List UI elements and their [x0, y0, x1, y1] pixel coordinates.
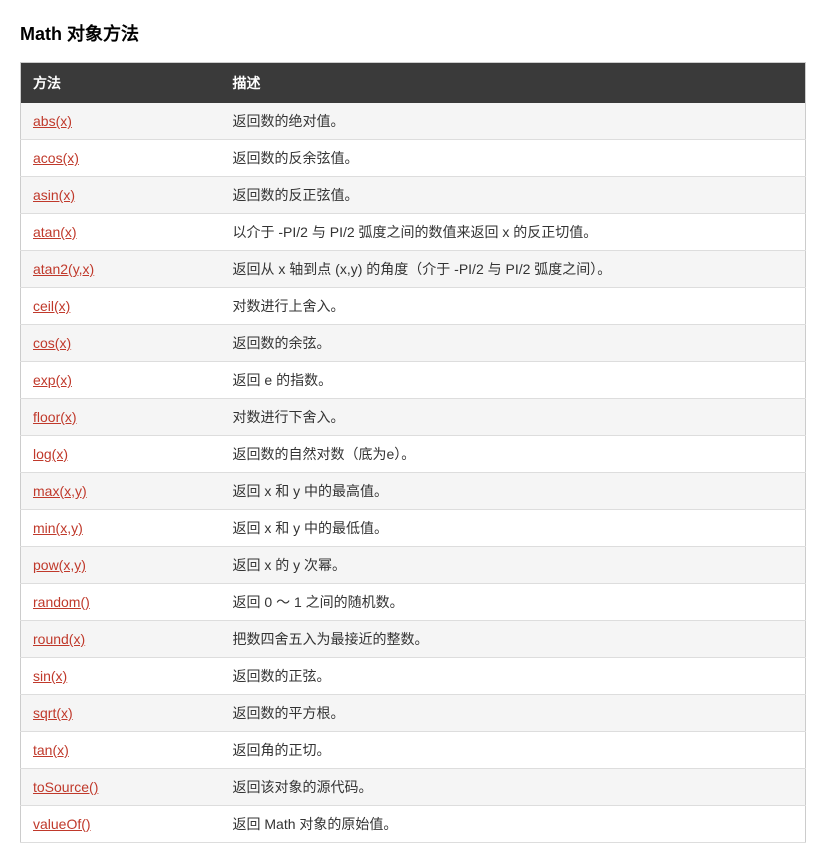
description-cell: 以介于 -PI/2 与 PI/2 弧度之间的数值来返回 x 的反正切值。	[221, 214, 806, 251]
table-row: min(x,y) 返回 x 和 y 中的最低值。	[21, 510, 806, 547]
description-cell: 返回角的正切。	[221, 732, 806, 769]
column-header-method: 方法	[21, 63, 221, 104]
description-cell: 返回数的自然对数（底为e）。	[221, 436, 806, 473]
table-row: cos(x) 返回数的余弦。	[21, 325, 806, 362]
method-cell: pow(x,y)	[21, 547, 221, 584]
description-cell: 返回 0 ～ 1 之间的随机数。	[221, 584, 806, 621]
method-cell: toSource()	[21, 769, 221, 806]
description-cell: 对数进行上舍入。	[221, 288, 806, 325]
table-row: atan2(y,x) 返回从 x 轴到点 (x,y) 的角度（介于 -PI/2 与…	[21, 251, 806, 288]
method-link[interactable]: random()	[33, 594, 90, 610]
method-cell: valueOf()	[21, 806, 221, 843]
method-link[interactable]: log(x)	[33, 446, 68, 462]
method-cell: atan(x)	[21, 214, 221, 251]
table-row: atan(x) 以介于 -PI/2 与 PI/2 弧度之间的数值来返回 x 的反正…	[21, 214, 806, 251]
table-row: asin(x) 返回数的反正弦值。	[21, 177, 806, 214]
method-link[interactable]: sqrt(x)	[33, 705, 73, 721]
method-cell: ceil(x)	[21, 288, 221, 325]
table-row: acos(x) 返回数的反余弦值。	[21, 140, 806, 177]
method-cell: exp(x)	[21, 362, 221, 399]
method-cell: round(x)	[21, 621, 221, 658]
table-header-row: 方法 描述	[21, 63, 806, 104]
method-cell: sqrt(x)	[21, 695, 221, 732]
method-cell: abs(x)	[21, 103, 221, 140]
description-cell: 返回 e 的指数。	[221, 362, 806, 399]
method-cell: atan2(y,x)	[21, 251, 221, 288]
method-cell: random()	[21, 584, 221, 621]
methods-table: 方法 描述 abs(x)返回数的绝对值。acos(x)返回数的反余弦值。asin…	[20, 62, 806, 843]
description-cell: 返回 x 和 y 中的最低值。	[221, 510, 806, 547]
method-link[interactable]: min(x,y)	[33, 520, 83, 536]
description-cell: 返回数的正弦。	[221, 658, 806, 695]
method-link[interactable]: atan2(y,x)	[33, 261, 94, 277]
method-link[interactable]: atan(x)	[33, 224, 77, 240]
table-row: floor(x) 对数进行下舍入。	[21, 399, 806, 436]
table-row: random() 返回 0 ～ 1 之间的随机数。	[21, 584, 806, 621]
page-title: Math 对象方法	[20, 20, 806, 46]
table-row: sqrt(x) 返回数的平方根。	[21, 695, 806, 732]
table-row: ceil(x) 对数进行上舍入。	[21, 288, 806, 325]
method-link[interactable]: toSource()	[33, 779, 98, 795]
method-link[interactable]: round(x)	[33, 631, 85, 647]
table-row: exp(x) 返回 e 的指数。	[21, 362, 806, 399]
method-link[interactable]: pow(x,y)	[33, 557, 86, 573]
method-cell: tan(x)	[21, 732, 221, 769]
description-cell: 返回数的余弦。	[221, 325, 806, 362]
description-cell: 返回数的反余弦值。	[221, 140, 806, 177]
method-link[interactable]: acos(x)	[33, 150, 79, 166]
description-cell: 返回该对象的源代码。	[221, 769, 806, 806]
method-link[interactable]: exp(x)	[33, 372, 72, 388]
method-cell: asin(x)	[21, 177, 221, 214]
method-link[interactable]: asin(x)	[33, 187, 75, 203]
method-link[interactable]: sin(x)	[33, 668, 67, 684]
description-cell: 返回数的反正弦值。	[221, 177, 806, 214]
table-row: round(x) 把数四舍五入为最接近的整数。	[21, 621, 806, 658]
table-row: log(x) 返回数的自然对数（底为e）。	[21, 436, 806, 473]
table-row: sin(x) 返回数的正弦。	[21, 658, 806, 695]
description-cell: 把数四舍五入为最接近的整数。	[221, 621, 806, 658]
description-cell: 返回从 x 轴到点 (x,y) 的角度（介于 -PI/2 与 PI/2 弧度之间…	[221, 251, 806, 288]
method-link[interactable]: valueOf()	[33, 816, 91, 832]
description-cell: 返回 Math 对象的原始值。	[221, 806, 806, 843]
method-cell: floor(x)	[21, 399, 221, 436]
description-cell: 返回 x 的 y 次幂。	[221, 547, 806, 584]
method-cell: acos(x)	[21, 140, 221, 177]
method-cell: log(x)	[21, 436, 221, 473]
method-link[interactable]: cos(x)	[33, 335, 71, 351]
description-cell: 返回数的绝对值。	[221, 103, 806, 140]
table-row: max(x,y) 返回 x 和 y 中的最高值。	[21, 473, 806, 510]
method-link[interactable]: max(x,y)	[33, 483, 87, 499]
description-cell: 对数进行下舍入。	[221, 399, 806, 436]
description-cell: 返回 x 和 y 中的最高值。	[221, 473, 806, 510]
table-row: pow(x,y) 返回 x 的 y 次幂。	[21, 547, 806, 584]
description-cell: 返回数的平方根。	[221, 695, 806, 732]
table-row: tan(x) 返回角的正切。	[21, 732, 806, 769]
method-link[interactable]: abs(x)	[33, 113, 72, 129]
column-header-description: 描述	[221, 63, 806, 104]
method-link[interactable]: ceil(x)	[33, 298, 70, 314]
method-cell: sin(x)	[21, 658, 221, 695]
table-row: toSource() 返回该对象的源代码。	[21, 769, 806, 806]
table-row: abs(x) 返回数的绝对值。	[21, 103, 806, 140]
method-cell: max(x,y)	[21, 473, 221, 510]
table-row: valueOf() 返回 Math 对象的原始值。	[21, 806, 806, 843]
method-cell: min(x,y)	[21, 510, 221, 547]
method-link[interactable]: tan(x)	[33, 742, 69, 758]
method-link[interactable]: floor(x)	[33, 409, 77, 425]
method-cell: cos(x)	[21, 325, 221, 362]
